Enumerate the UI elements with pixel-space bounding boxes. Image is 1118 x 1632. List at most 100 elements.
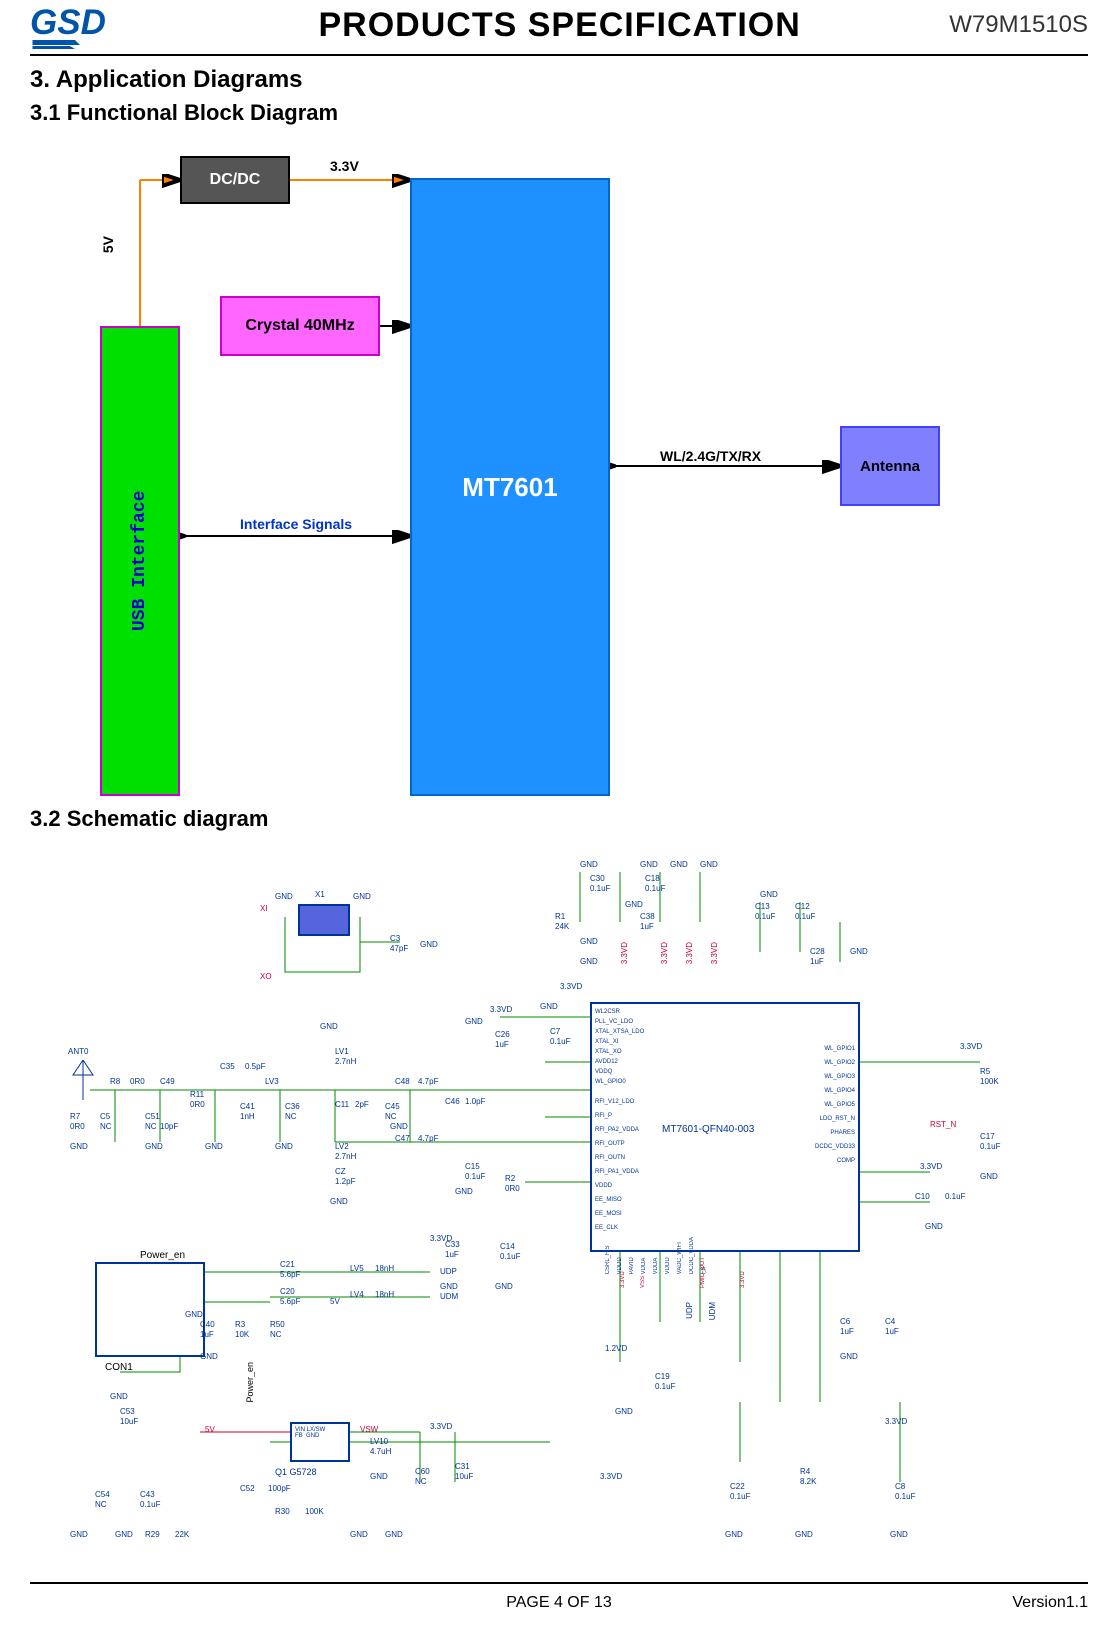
gnd-18: GND xyxy=(580,957,598,966)
gnd-8: GND xyxy=(330,1197,348,1206)
functional-block-diagram: USB Interface DC/DC Crystal 40MHz MT7601… xyxy=(70,156,950,796)
c30-ref: C30 xyxy=(590,874,605,883)
svg-text:GSD: GSD xyxy=(30,3,106,42)
c52-ref: C52 xyxy=(240,1484,255,1493)
gnd-20: GND xyxy=(200,1352,218,1361)
c26-ref: C26 xyxy=(495,1030,510,1039)
c51-ref: C51 xyxy=(145,1112,160,1121)
c5-val: NC xyxy=(100,1122,112,1131)
gnd-15: GND xyxy=(670,860,688,869)
lv3-ref: LV3 xyxy=(265,1077,279,1086)
rail-33vd-1: 3.3VD xyxy=(490,1005,512,1014)
rail-5v-2: 5V xyxy=(330,1297,340,1306)
gnd-10: GND xyxy=(390,1122,408,1131)
section-3-title: 3. Application Diagrams xyxy=(30,66,1088,94)
gnd-35: GND xyxy=(925,1222,943,1231)
c47-val: 4.7pF xyxy=(418,1134,438,1143)
gnd-1: GND xyxy=(275,892,293,901)
r4-val: 8.2K xyxy=(800,1477,816,1486)
c33-val: 1uF xyxy=(445,1250,459,1259)
antenna-block: Antenna xyxy=(840,426,940,506)
rail-33vd-7: 3.3VD xyxy=(885,1417,907,1426)
gnd-8b: GND xyxy=(455,1187,473,1196)
rail-5v: 5V xyxy=(205,1425,215,1434)
rail-33vd-4: 3.3VD xyxy=(430,1422,452,1431)
c8-ref: C8 xyxy=(895,1482,905,1491)
c20-val: 5.6pF xyxy=(280,1297,300,1306)
c21-ref: C21 xyxy=(280,1260,295,1269)
udm-chip: UDM xyxy=(708,1302,717,1320)
r50-val: NC xyxy=(270,1330,282,1339)
c41-ref: C41 xyxy=(240,1102,255,1111)
label-interface-signals: Interface Signals xyxy=(240,516,352,532)
c45-ref: C45 xyxy=(385,1102,400,1111)
c30-val: 0.1uF xyxy=(590,884,610,893)
c17-val: 0.1uF xyxy=(980,1142,1000,1151)
c18-val: 0.1uF xyxy=(645,884,665,893)
antenna-icon xyxy=(68,1060,98,1100)
r7-val: 0R0 xyxy=(70,1122,85,1131)
c31-val: 10uF xyxy=(455,1472,473,1481)
schematic-diagram: MT7601-QFN40-003 X1 XI XO CON1 Power_en … xyxy=(60,842,1080,1562)
cz-ref: CZ xyxy=(335,1167,346,1176)
c19-ref: C19 xyxy=(655,1372,670,1381)
gnd-16c: GND xyxy=(760,890,778,899)
r3-val: 10K xyxy=(235,1330,249,1339)
power-en-label: Power_en xyxy=(140,1250,185,1261)
c11-val: 2pF xyxy=(355,1100,369,1109)
lv1-ref: LV1 xyxy=(335,1047,349,1056)
label-5v: 5V xyxy=(100,236,116,253)
c48-val: 4.7pF xyxy=(418,1077,438,1086)
r50-ref: R50 xyxy=(270,1320,285,1329)
gnd-13: GND xyxy=(580,860,598,869)
c12-ref: C12 xyxy=(795,902,810,911)
c60-ref: C60 xyxy=(415,1467,430,1476)
r29-ref: R29 xyxy=(145,1530,160,1539)
lv2-ref: LV2 xyxy=(335,1142,349,1151)
c13-ref: C13 xyxy=(755,902,770,911)
footer-version: Version1.1 xyxy=(1012,1594,1088,1612)
lv10-val: 4.7uH xyxy=(370,1447,391,1456)
c5-ref: C5 xyxy=(100,1112,110,1121)
c43-ref: C43 xyxy=(140,1490,155,1499)
r4-ref: R4 xyxy=(800,1467,810,1476)
rail-33vd-6: 3.3VD xyxy=(600,1472,622,1481)
crystal-x1 xyxy=(298,904,350,936)
gnd-3: GND xyxy=(420,940,438,949)
lv2-val: 2.7nH xyxy=(335,1152,356,1161)
net-xo: XO xyxy=(260,972,272,981)
c49-ref: C49 xyxy=(160,1077,175,1086)
rail-33vd-2: 3.3VD xyxy=(560,982,582,991)
c14-ref: C14 xyxy=(500,1242,515,1251)
rail-12vd-1: 1.2VD xyxy=(605,1344,627,1353)
c38-val: 1uF xyxy=(640,922,654,931)
r2-val: 0R0 xyxy=(505,1184,520,1193)
label-3v3: 3.3V xyxy=(330,158,359,174)
power-en-net: Power_en xyxy=(245,1362,255,1403)
c6-ref: C6 xyxy=(840,1317,850,1326)
c18-ref: C18 xyxy=(645,874,660,883)
c54-ref: C54 xyxy=(95,1490,110,1499)
r5-val: 100K xyxy=(980,1077,999,1086)
header-title: PRODUCTS SPECIFICATION xyxy=(318,6,800,45)
c45-val: NC xyxy=(385,1112,397,1121)
r1-val: 24K xyxy=(555,922,569,931)
r11-ref: R11 xyxy=(190,1090,204,1099)
gsd-logo-icon: GSD xyxy=(30,0,170,50)
mt7601-block: MT7601 xyxy=(410,178,610,796)
r30-val: 100K xyxy=(305,1507,324,1516)
gnd-17: GND xyxy=(580,937,598,946)
page-footer: PAGE 4 OF 13 Version1.1 xyxy=(30,1582,1088,1632)
c26-val: 1uF xyxy=(495,1040,509,1049)
lv1-val: 2.7nH xyxy=(335,1057,356,1066)
lv10-ref: LV10 xyxy=(370,1437,388,1446)
rail-33vd-5: 3.3VD xyxy=(920,1162,942,1171)
rail-33vd-top2: 3.3VD xyxy=(660,942,669,964)
c40-val: 1uF xyxy=(200,1330,214,1339)
gnd-32: GND xyxy=(795,1530,813,1539)
c15-val: 0.1uF xyxy=(465,1172,485,1181)
gnd-16: GND xyxy=(700,860,718,869)
gnd-11: GND xyxy=(465,1017,483,1026)
gnd-12: GND xyxy=(540,1002,558,1011)
r8-ref: R8 xyxy=(110,1077,120,1086)
